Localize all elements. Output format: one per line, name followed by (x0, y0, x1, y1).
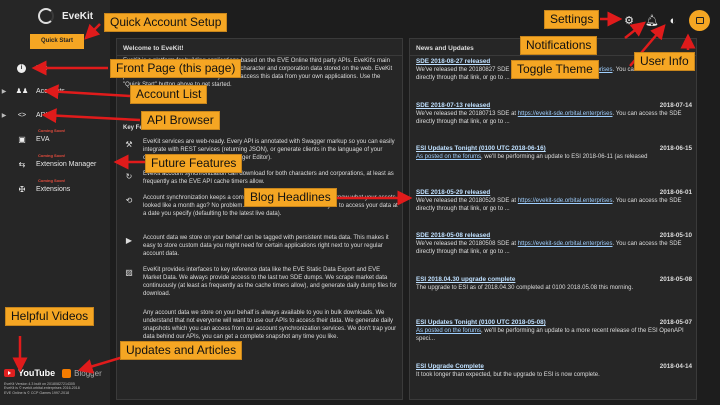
quick-start-button[interactable]: Quick Start (30, 34, 84, 49)
news-item: SDE 2018-07-13 released 2018-07-14 We've r… (416, 102, 692, 126)
annotation-settings: Settings (544, 10, 600, 29)
sidebar-item-extensions[interactable]: ✠ Extensions (0, 182, 110, 196)
news-item-title[interactable]: ESI 2018.04.30 upgrade complete (416, 276, 515, 283)
sync-icon: ↻ (125, 172, 133, 181)
youtube-icon[interactable] (4, 369, 15, 377)
annotation-updates-articles: Updates and Articles (120, 341, 243, 360)
news-item-title[interactable]: SDE 2018-08-27 released (416, 58, 490, 65)
sidebar-item-info[interactable]: i Info (0, 61, 110, 75)
news-item-link[interactable]: As posted on the forums (416, 154, 481, 160)
sidebar-item-label: Accounts (36, 87, 65, 95)
topbar-icons: ⚙ 🔔︎ ◐ (623, 10, 710, 31)
news-item-date: 2018-04-14 (659, 363, 692, 370)
copyright-text: EVE Online is © CCP Games 1997-2018 (4, 390, 70, 395)
app-title: EveKit (62, 10, 94, 22)
sidebar-item-label: APIs (36, 111, 51, 119)
news-item: ESI 2018.04.30 upgrade complete 2018-05-0… (416, 276, 692, 292)
news-item-date: 2018-06-01 (659, 189, 692, 196)
news-item: SDE 2018-05-29 released 2018-06-01 We've r… (416, 189, 692, 213)
news-item: ESI Updates Tonight (0100 UTC 2018-06-16… (416, 145, 692, 161)
wrench-icon: ⚒ (125, 140, 133, 149)
news-item-body: We've released the 20180713 SDE at https… (416, 111, 682, 125)
avatar[interactable] (689, 10, 710, 31)
terminal-icon: ▣ (18, 134, 26, 144)
annotation-quick-account-setup: Quick Account Setup (104, 13, 228, 32)
news-item-title[interactable]: SDE 2018-05-29 released (416, 189, 490, 196)
annotation-helpful-videos: Helpful Videos (5, 307, 95, 326)
sidebar-item-accounts[interactable]: ▶ ♟♟ Accounts (0, 84, 110, 98)
news-panel: News and Updates SDE 2018-08-27 released… (409, 38, 697, 400)
bell-icon[interactable]: 🔔︎ (645, 14, 659, 27)
annotation-notifications: Notifications (520, 36, 598, 55)
news-item-title[interactable]: ESI Updates Tonight (0100 UTC 2018-05-08… (416, 319, 546, 326)
annotation-toggle-theme: Toggle Theme (511, 60, 599, 79)
news-item-link[interactable]: As posted on the forums (416, 328, 481, 334)
news-item-body: As posted on the forums, we'll be perfor… (416, 328, 684, 342)
code-icon: <> (17, 111, 27, 119)
news-item-body: We've released the 20180529 SDE at https… (416, 198, 682, 212)
sidebar-item-label: Extension Manager (36, 160, 97, 168)
sidebar-item-eva[interactable]: ▣ EVA (0, 132, 110, 146)
sidebar-item-apis[interactable]: ▶ <> APIs (0, 108, 110, 122)
news-item-title[interactable]: SDE 2018-07-13 released (416, 102, 490, 109)
image-icon: ▨ (125, 268, 133, 277)
youtube-link[interactable]: YouTube (18, 368, 55, 378)
accounts-icon: ♟♟ (15, 88, 29, 95)
info-icon: i (17, 63, 26, 73)
news-item: ESI Upgrade Complete 2018-04-14 It took lo… (416, 363, 692, 379)
user-icon (695, 17, 704, 24)
news-item-date: 2018-07-14 (659, 102, 692, 109)
annotation-front-page: Front Page (this page) (110, 59, 242, 78)
blogger-link[interactable]: Blogger (74, 369, 102, 378)
sidebar-item-label: EVA (36, 135, 50, 143)
news-item-title[interactable]: SDE 2018-05-08 released (416, 232, 490, 239)
news-item-link[interactable]: https://evekit-sde.orbital.enterprises (518, 111, 613, 117)
expand-caret-icon[interactable]: ▶ (0, 88, 8, 95)
news-item-title[interactable]: ESI Updates Tonight (0100 UTC 2018-06-16… (416, 145, 546, 152)
news-item: ESI Updates Tonight (0100 UTC 2018-05-08… (416, 319, 692, 343)
sidebar-item-extension-manager[interactable]: ⇆ Extension Manager (0, 157, 110, 171)
news-item: SDE 2018-05-08 released 2018-05-10 We've r… (416, 232, 692, 256)
blogger-icon[interactable] (62, 368, 72, 378)
news-item-body: It took longer than expected, but the up… (416, 372, 600, 378)
annotation-account-list: Account List (130, 85, 208, 104)
news-item-body: We've released the 20180508 SDE at https… (416, 241, 682, 255)
annotation-blog-headlines: Blog Headlines (244, 188, 337, 207)
sidebar-item-label: Extensions (36, 185, 71, 193)
plug-icon: ⇆ (18, 159, 26, 169)
sidebar-item-label: Info (36, 64, 48, 72)
gear-icon[interactable]: ⚙ (623, 14, 635, 27)
app-logo[interactable]: EveKit (38, 8, 93, 24)
news-item-date: 2018-05-07 (659, 319, 692, 326)
news-item-body: The upgrade to ESI as of 2018.04.30 comp… (416, 285, 634, 291)
news-item-link[interactable]: https://evekit-sde.orbital.enterprises (518, 198, 613, 204)
news-item-date: 2018-05-08 (659, 276, 692, 283)
theme-toggle-icon[interactable]: ◐ (667, 15, 679, 27)
news-item-date: 2018-05-10 (659, 232, 692, 239)
sidebar-footer: YouTube Blogger EveKit Version 4.3 built… (4, 368, 114, 395)
annotation-future-features: Future Features (145, 154, 243, 173)
tag-icon: ▶ (125, 236, 133, 245)
expand-caret-icon[interactable]: ▶ (0, 112, 8, 119)
news-item-date: 2018-06-15 (659, 145, 692, 152)
welcome-title: Welcome to EveKit! (117, 39, 402, 56)
logo-icon (38, 8, 54, 24)
news-item-title[interactable]: ESI Upgrade Complete (416, 363, 484, 370)
news-item-body: As posted on the forums, we'll be perfor… (416, 154, 648, 160)
annotation-api-browser: API Browser (141, 111, 220, 130)
annotation-user-info: User Info (634, 52, 695, 71)
sidebar: EveKit Quick Start i Info ▶ ♟♟ Accounts … (0, 0, 110, 405)
news-item-link[interactable]: https://evekit-sde.orbital.enterprises (518, 241, 613, 247)
history-icon: ⟲ (125, 196, 133, 205)
puzzle-icon: ✠ (18, 184, 26, 194)
